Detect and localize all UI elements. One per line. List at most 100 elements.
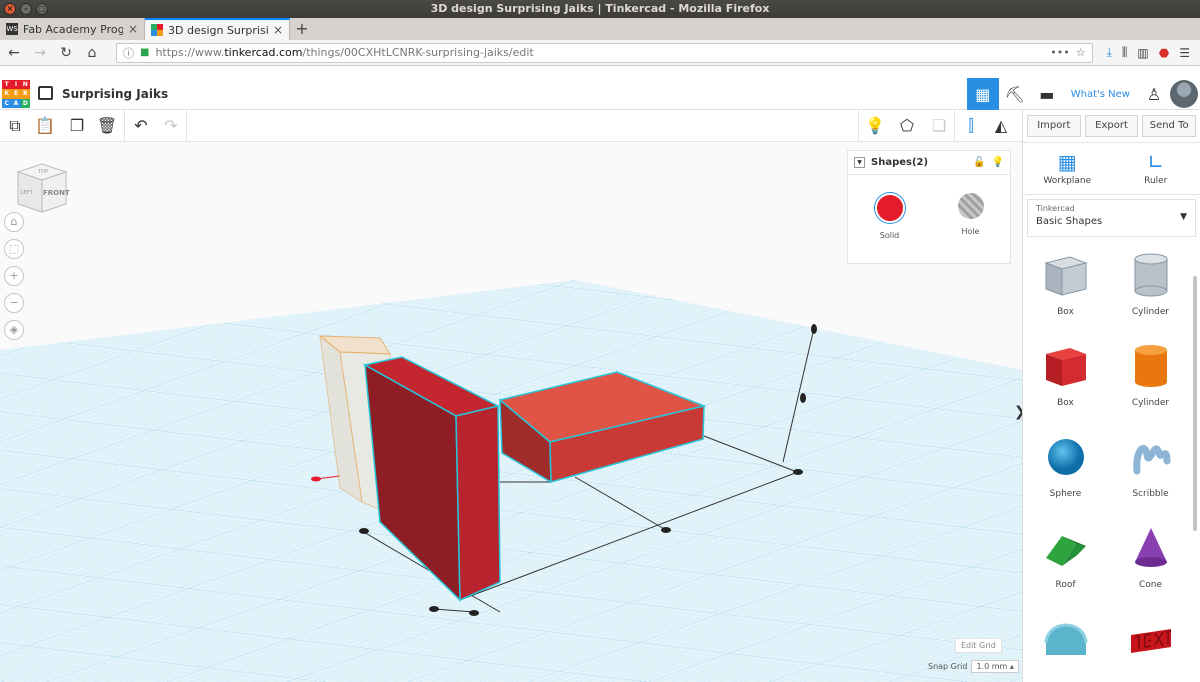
align-icon[interactable]: ⫿	[960, 115, 982, 137]
blocks-pickaxe-button[interactable]: ⛏	[999, 78, 1031, 110]
tab-label: 3D design Surprising Jaik	[168, 23, 268, 37]
text-shape-icon	[1130, 629, 1171, 653]
cylinder-hole-icon	[1134, 253, 1167, 297]
panel-collapse-arrow-icon[interactable]: ❯	[1014, 404, 1022, 420]
undo-icon[interactable]: ↶	[130, 115, 152, 137]
snap-grid-control: Snap Grid 1.0 mm ▴	[928, 660, 1019, 673]
shape-roof[interactable]: Roof	[1023, 522, 1108, 603]
shape-half-cylinder[interactable]	[1023, 613, 1108, 673]
zoom-in-button[interactable]: +	[4, 266, 24, 286]
half-cylinder-icon	[1044, 623, 1087, 655]
paste-icon[interactable]: 📋	[34, 115, 56, 137]
zoom-out-button[interactable]: −	[4, 293, 24, 313]
design-list-icon[interactable]	[38, 86, 53, 100]
os-titlebar: × – ▢ 3D design Surprising Jaiks | Tinke…	[0, 0, 1200, 18]
tinkercad-favicon-icon	[151, 24, 163, 36]
hole-option[interactable]: Hole	[957, 193, 984, 240]
shape-box-hole[interactable]: Box	[1023, 249, 1108, 330]
collapse-caret-icon[interactable]: ▼	[854, 157, 865, 168]
new-tab-button[interactable]: +	[290, 18, 314, 40]
shape-list-scrollbar[interactable]	[1193, 276, 1197, 531]
browser-navbar: ← → ↻ ⌂ ⓘ ■ https://www.tinkercad.com/th…	[0, 40, 1200, 66]
tab-close-icon[interactable]: ×	[128, 22, 138, 36]
browser-tab-tinkercad[interactable]: 3D design Surprising Jaik ×	[145, 18, 290, 40]
shape-cone[interactable]: Cone	[1108, 522, 1193, 603]
solid-option[interactable]: Solid	[874, 193, 905, 240]
design-title[interactable]: Surprising Jaiks	[62, 87, 168, 101]
window-minimize-icon[interactable]: –	[20, 3, 32, 15]
green-roof-icon	[1045, 536, 1086, 566]
add-user-icon[interactable]: ♙	[1138, 78, 1170, 110]
delete-icon[interactable]: 🗑	[96, 115, 118, 137]
edit-toolbar: ⧉ 📋 ❐ 🗑 ↶ ↷ 💡 ⬠ ❏ ⫿ ◭	[0, 110, 1022, 142]
home-button[interactable]: ⌂	[82, 43, 102, 63]
purple-cone-icon	[1134, 528, 1167, 567]
mirror-icon[interactable]: ◭	[990, 115, 1012, 137]
window-close-icon[interactable]: ×	[4, 3, 16, 15]
browser-tab-fab-academy[interactable]: WS Fab Academy Progress D ×	[0, 18, 145, 40]
info-icon[interactable]: ⓘ	[123, 45, 134, 61]
hamburger-menu-icon[interactable]: ☰	[1179, 46, 1190, 60]
import-button[interactable]: Import	[1027, 115, 1081, 137]
shape-cylinder-solid[interactable]: Cylinder	[1108, 340, 1193, 421]
duplicate-icon[interactable]: ❐	[66, 115, 88, 137]
sidebar-icon[interactable]: ▥	[1137, 46, 1148, 60]
page-actions-icon[interactable]: •••	[1050, 46, 1069, 59]
window-title: 3D design Surprising Jaiks | Tinkercad -…	[430, 2, 770, 15]
shape-scribble[interactable]: Scribble	[1108, 431, 1193, 512]
ruler-tool[interactable]: ∟ Ruler	[1112, 143, 1200, 194]
workplane-grid-icon: ▦	[1057, 149, 1077, 174]
forward-button[interactable]: →	[30, 43, 50, 63]
unlock-icon[interactable]: 🔓	[973, 157, 985, 168]
inspector-title: Shapes(2)	[871, 157, 929, 168]
copy-icon[interactable]: ⧉	[4, 115, 26, 137]
back-button[interactable]: ←	[4, 43, 24, 63]
tinkercad-logo[interactable]: TIN KER CAD	[2, 80, 30, 108]
shape-inspector: ▼ Shapes(2) 🔓 💡 Solid Hole	[847, 150, 1011, 264]
shape-text[interactable]	[1108, 613, 1193, 673]
fit-view-button[interactable]: ⬚	[4, 239, 24, 259]
lightbulb-icon[interactable]: 💡	[864, 115, 886, 137]
snap-grid-select[interactable]: 1.0 mm ▴	[971, 660, 1019, 673]
3d-design-view-button[interactable]: ▦	[966, 78, 999, 110]
solid-color-swatch[interactable]	[874, 193, 905, 223]
edit-grid-button[interactable]: Edit Grid	[955, 638, 1002, 653]
perspective-button[interactable]: ◈	[4, 320, 24, 340]
whats-new-link[interactable]: What's New	[1063, 89, 1138, 100]
ungroup-icon[interactable]: ❏	[928, 115, 950, 137]
shape-cylinder-hole[interactable]: Cylinder	[1108, 249, 1193, 330]
hole-swatch[interactable]	[957, 193, 984, 219]
send-to-button[interactable]: Send To	[1142, 115, 1197, 137]
scribble-icon	[1132, 445, 1170, 475]
library-icon[interactable]: ⫼	[1122, 45, 1128, 60]
shape-library-select[interactable]: Tinkercad Basic Shapes ▼	[1027, 199, 1196, 237]
tinkercad-header: TIN KER CAD Surprising Jaiks ▦ ⛏ ▬ What'…	[0, 78, 1200, 110]
redo-icon[interactable]: ↷	[160, 115, 182, 137]
avatar[interactable]	[1170, 80, 1198, 108]
box-hole-icon	[1043, 256, 1088, 296]
window-maximize-icon[interactable]: ▢	[36, 3, 48, 15]
shape-sphere[interactable]: Sphere	[1023, 431, 1108, 512]
red-box-icon	[1045, 348, 1086, 386]
export-button[interactable]: Export	[1084, 115, 1139, 137]
chevron-down-icon: ▼	[1180, 212, 1187, 222]
url-text: https://www.tinkercad.com/things/00CXHtL…	[155, 46, 534, 59]
url-bar[interactable]: ⓘ ■ https://www.tinkercad.com/things/00C…	[116, 42, 1093, 63]
group-icon[interactable]: ⬠	[896, 115, 918, 137]
svg-text:TOP: TOP	[37, 169, 48, 175]
workplane-tool[interactable]: ▦ Workplane	[1023, 143, 1112, 194]
visibility-bulb-icon[interactable]: 💡	[992, 157, 1004, 168]
tab-close-icon[interactable]: ×	[273, 23, 283, 37]
view-cube[interactable]: TOP LEFT FRONT	[14, 160, 70, 216]
bricks-view-button[interactable]: ▬	[1031, 78, 1063, 110]
adblock-icon[interactable]: ⬣	[1159, 46, 1169, 60]
downloads-icon[interactable]: ⤓	[1107, 45, 1112, 60]
shape-box-solid[interactable]: Box	[1023, 340, 1108, 421]
reload-button[interactable]: ↻	[56, 43, 76, 63]
svg-text:FRONT: FRONT	[43, 189, 70, 197]
workplane-canvas[interactable]: TOP LEFT FRONT ⌂ ⬚ + − ◈ ▼ Shapes(2) 🔓 💡…	[0, 142, 1022, 682]
bookmark-star-icon[interactable]: ☆	[1076, 46, 1086, 59]
blue-sphere-icon	[1047, 439, 1084, 475]
home-view-button[interactable]: ⌂	[4, 212, 24, 232]
svg-text:LEFT: LEFT	[21, 190, 34, 196]
